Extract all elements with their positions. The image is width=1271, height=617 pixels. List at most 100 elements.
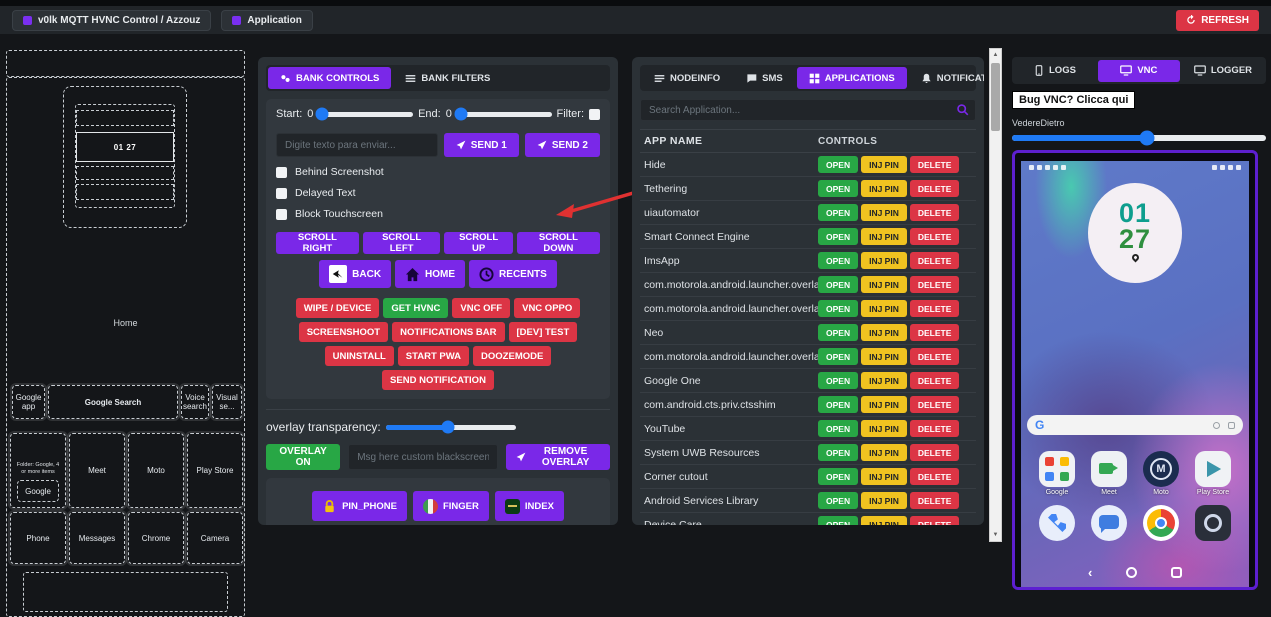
vederedietro-slider[interactable]: [1012, 130, 1266, 146]
google-search-bar[interactable]: G: [1027, 415, 1243, 435]
inj-pin-button[interactable]: INJ PIN: [861, 180, 907, 197]
remove-overlay-button[interactable]: REMOVE OVERLAY: [506, 444, 610, 470]
open-button[interactable]: OPEN: [818, 252, 859, 269]
tab-logger[interactable]: LOGGER: [1182, 60, 1264, 82]
delete-button[interactable]: DELETE: [909, 204, 960, 221]
blackscreen-msg-input[interactable]: [348, 444, 499, 470]
vnc-screen[interactable]: 01 27 G Google Meet M Moto Play Store ‹: [1012, 150, 1258, 590]
doozemode-button[interactable]: DOOZEMODE: [473, 346, 552, 366]
delete-button[interactable]: DELETE: [909, 228, 960, 245]
inj-pin-button[interactable]: INJ PIN: [861, 204, 907, 221]
send2-button[interactable]: SEND 2: [524, 133, 600, 157]
wireframe-camera[interactable]: Camera: [187, 512, 243, 564]
apps-scrollbar[interactable]: ▲ ▼: [989, 48, 1002, 542]
wireframe-messages[interactable]: Messages: [69, 512, 125, 564]
wireframe-google-search[interactable]: Google Search: [48, 385, 178, 419]
scroll-right-button[interactable]: SCROLL RIGHT: [276, 232, 359, 254]
start-slider-knob[interactable]: [315, 107, 329, 121]
finger-button[interactable]: FINGER: [412, 491, 489, 521]
wireframe-meet[interactable]: Meet: [69, 433, 125, 508]
open-button[interactable]: OPEN: [818, 324, 859, 341]
bug-vnc-button[interactable]: Bug VNC? Clicca qui: [1012, 91, 1136, 109]
recents-button[interactable]: RECENTS: [469, 260, 557, 288]
scrollbar-thumb[interactable]: [991, 63, 1000, 131]
inj-pin-button[interactable]: INJ PIN: [861, 228, 907, 245]
tab-logs[interactable]: LOGS: [1014, 60, 1096, 82]
open-button[interactable]: OPEN: [818, 372, 859, 389]
vnc-off-button[interactable]: VNC OFF: [452, 298, 511, 318]
wireframe-chrome[interactable]: Chrome: [128, 512, 184, 564]
pin-phone-button[interactable]: PIN_PHONE: [312, 491, 407, 521]
mic-icon[interactable]: [1213, 421, 1220, 429]
open-button[interactable]: OPEN: [818, 492, 859, 509]
moto-app[interactable]: M Moto: [1139, 451, 1183, 496]
inj-pin-button[interactable]: INJ PIN: [861, 372, 907, 389]
scroll-up-button[interactable]: SCROLL UP: [444, 232, 513, 254]
tab-bank-controls[interactable]: BANK CONTROLS: [268, 67, 392, 89]
delete-button[interactable]: DELETE: [909, 348, 960, 365]
open-button[interactable]: OPEN: [818, 516, 859, 525]
wireframe-google-folder[interactable]: Folder: Google, 4 or more items Google: [10, 433, 66, 508]
end-slider-knob[interactable]: [454, 107, 468, 121]
tab-vnc[interactable]: VNC: [1097, 59, 1180, 82]
wireframe-visual-search[interactable]: Visual se...: [212, 385, 242, 419]
clock-widget[interactable]: 01 27: [1088, 183, 1182, 283]
end-slider[interactable]: [454, 107, 552, 121]
scroll-left-button[interactable]: SCROLL LEFT: [362, 232, 441, 254]
start-pwa-button[interactable]: START PWA: [397, 346, 470, 366]
delayed-text-checkbox[interactable]: [276, 187, 287, 199]
index-button[interactable]: INDEX: [494, 491, 564, 521]
open-button[interactable]: OPEN: [818, 396, 859, 413]
send1-button[interactable]: SEND 1: [443, 133, 519, 157]
inj-pin-button[interactable]: INJ PIN: [861, 468, 907, 485]
home-button[interactable]: HOME: [395, 260, 466, 288]
open-button[interactable]: OPEN: [818, 348, 859, 365]
get-hvnc-button[interactable]: GET HVNC: [383, 298, 449, 318]
open-button[interactable]: OPEN: [818, 444, 859, 461]
delete-button[interactable]: DELETE: [909, 300, 960, 317]
inj-pin-button[interactable]: INJ PIN: [861, 396, 907, 413]
vederedietro-knob[interactable]: [1139, 130, 1155, 146]
delete-button[interactable]: DELETE: [909, 492, 960, 509]
send-notification-button[interactable]: SEND NOTIFICATION: [382, 370, 494, 390]
phone-app[interactable]: [1035, 505, 1079, 541]
inj-pin-button[interactable]: INJ PIN: [861, 276, 907, 293]
open-button[interactable]: OPEN: [818, 420, 859, 437]
notifications-bar-button[interactable]: NOTIFICATIONS BAR: [392, 322, 505, 342]
open-button[interactable]: OPEN: [818, 468, 859, 485]
wireframe-play-store[interactable]: Play Store: [187, 433, 243, 508]
meet-app[interactable]: Meet: [1087, 451, 1131, 496]
delete-button[interactable]: DELETE: [909, 372, 960, 389]
open-button[interactable]: OPEN: [818, 156, 859, 173]
delete-button[interactable]: DELETE: [909, 276, 960, 293]
delete-button[interactable]: DELETE: [909, 324, 960, 341]
scrollbar-down-arrow[interactable]: ▼: [990, 529, 1001, 541]
application-button[interactable]: Application: [221, 9, 313, 31]
chrome-app[interactable]: [1139, 505, 1183, 541]
tab-notifications[interactable]: NOTIFICATIONS: [909, 67, 984, 89]
inj-pin-button[interactable]: INJ PIN: [861, 444, 907, 461]
camera-app[interactable]: [1191, 505, 1235, 541]
overlay-transparency-slider[interactable]: [385, 420, 516, 434]
play-store-app[interactable]: Play Store: [1191, 451, 1235, 496]
inj-pin-button[interactable]: INJ PIN: [861, 324, 907, 341]
tab-sms[interactable]: SMS: [734, 67, 795, 89]
wipe-device-button[interactable]: WIPE / DEVICE: [295, 298, 380, 318]
tab-nodeinfo[interactable]: NODEINFO: [642, 67, 732, 89]
delete-button[interactable]: DELETE: [909, 156, 960, 173]
google-folder-app[interactable]: Google: [1035, 451, 1079, 496]
delete-button[interactable]: DELETE: [909, 180, 960, 197]
android-home-icon[interactable]: [1126, 566, 1138, 578]
wireframe-folder-google[interactable]: Google: [17, 480, 59, 502]
android-back-icon[interactable]: ‹: [1088, 565, 1092, 580]
delete-button[interactable]: DELETE: [909, 420, 960, 437]
inj-pin-button[interactable]: INJ PIN: [861, 420, 907, 437]
scroll-down-button[interactable]: SCROLL DOWN: [516, 232, 601, 254]
uninstall-button[interactable]: UNINSTALL: [324, 346, 394, 366]
inj-pin-button[interactable]: INJ PIN: [861, 516, 907, 525]
wireframe-google-app[interactable]: Google app: [12, 385, 45, 419]
start-slider[interactable]: [315, 107, 414, 121]
delete-button[interactable]: DELETE: [909, 444, 960, 461]
inj-pin-button[interactable]: INJ PIN: [861, 252, 907, 269]
inj-pin-button[interactable]: INJ PIN: [861, 300, 907, 317]
